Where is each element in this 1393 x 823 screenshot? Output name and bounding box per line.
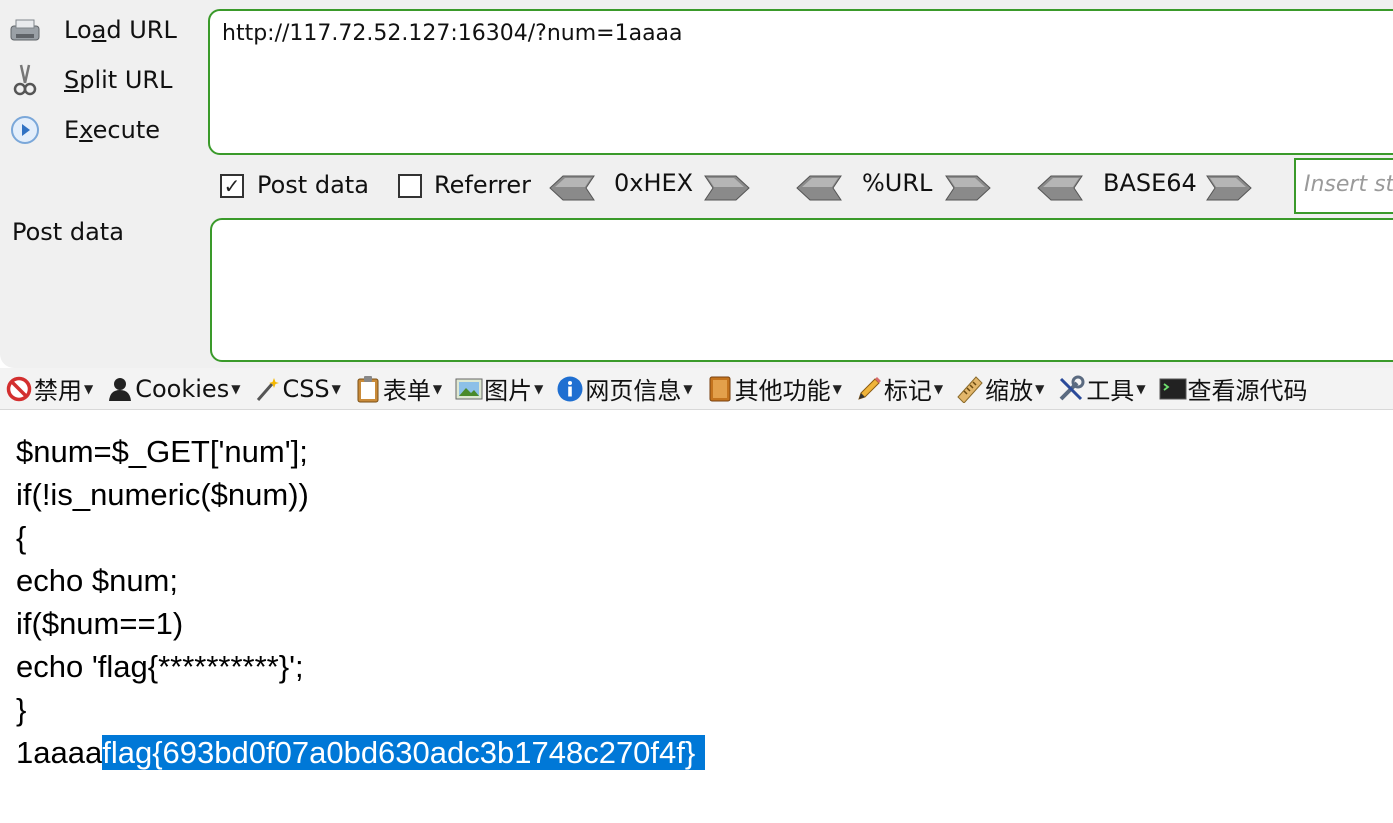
split-url-button[interactable]: Split URL	[8, 62, 198, 98]
hex-decode-arrow-icon[interactable]	[549, 175, 595, 201]
toolbar-images-label: 图片	[484, 377, 533, 405]
toolbar-resize-label: 缩放	[985, 377, 1034, 405]
toolbar-images-menu[interactable]: 图片 ▼	[450, 370, 543, 408]
image-icon	[454, 374, 484, 404]
code-line: if($num==1)	[16, 606, 184, 641]
ruler-icon	[955, 374, 985, 404]
form-clipboard-icon	[353, 374, 383, 404]
output-prefix: 1aaaa	[16, 735, 103, 770]
play-icon	[8, 113, 42, 147]
insert-string-input[interactable]: Insert st	[1294, 158, 1393, 214]
toolbar-outline-label: 标记	[883, 377, 932, 405]
toolbar-misc-label: 其他功能	[734, 377, 831, 405]
base64-encode-arrow-icon[interactable]	[1206, 175, 1252, 201]
toolbar-disable-menu[interactable]: 禁用 ▼	[0, 370, 93, 408]
post-data-label: Post data	[12, 218, 124, 246]
toolbar-page-info-menu[interactable]: 网页信息 ▼	[551, 370, 693, 408]
execute-button[interactable]: Execute	[8, 112, 198, 148]
code-line: if(!is_numeric($num))	[16, 477, 309, 512]
load-url-label: Load URL	[64, 16, 177, 44]
code-line: {	[16, 520, 27, 555]
toolbar-view-source-label: 查看源代码	[1187, 377, 1308, 405]
toolbar-cookies-menu[interactable]: Cookies ▼	[101, 370, 240, 408]
toolbar-css-menu[interactable]: CSS ▼	[248, 370, 341, 408]
toolbar-resize-menu[interactable]: 缩放 ▼	[951, 370, 1044, 408]
book-icon	[705, 374, 735, 404]
toolbar-tools-menu[interactable]: 工具 ▼	[1052, 370, 1146, 408]
toolbar-forms-label: 表单	[382, 377, 431, 405]
toolbar-forms-menu[interactable]: 表单 ▼	[349, 370, 442, 408]
scissors-icon	[8, 63, 42, 97]
page-content: $num=$_GET['num']; if(!is_numeric($num))…	[16, 430, 706, 774]
cookies-icon	[105, 374, 135, 404]
toolbar-outline-menu[interactable]: 标记 ▼	[850, 370, 943, 408]
hex-encode-arrow-icon[interactable]	[704, 175, 750, 201]
post-data-textarea[interactable]	[210, 218, 1393, 362]
code-line: }	[16, 692, 27, 727]
url-encoding-label: %URL	[862, 169, 933, 197]
url-decode-arrow-icon[interactable]	[796, 175, 842, 201]
hex-label: 0xHEX	[614, 169, 694, 197]
base64-label: BASE64	[1103, 169, 1197, 197]
chevron-down-icon: ▼	[534, 381, 544, 396]
options-row: ✓ Post data Referrer 0xHEX %URL BASE64	[216, 165, 1393, 209]
info-icon	[555, 374, 585, 404]
toolbar-css-label: CSS	[282, 374, 330, 403]
chevron-down-icon: ▼	[331, 381, 341, 396]
url-textarea[interactable]: http://117.72.52.127:16304/?num=1aaaa	[208, 9, 1393, 155]
chevron-down-icon: ▼	[231, 381, 241, 396]
toolbar-view-source-menu[interactable]: 查看源代码	[1154, 370, 1308, 408]
css-wand-icon	[252, 374, 282, 404]
post-data-checkbox[interactable]: ✓	[220, 174, 244, 198]
toolbar-tools-label: 工具	[1086, 377, 1135, 405]
split-url-label: Split URL	[64, 66, 173, 94]
base64-decode-arrow-icon[interactable]	[1037, 175, 1083, 201]
chevron-down-icon: ▼	[832, 381, 842, 396]
tools-icon	[1056, 374, 1086, 404]
referrer-option-label: Referrer	[434, 171, 531, 199]
terminal-icon	[1158, 374, 1188, 404]
pencil-icon	[854, 374, 884, 404]
referrer-checkbox[interactable]	[398, 174, 422, 198]
code-line: $num=$_GET['num'];	[16, 434, 308, 469]
chevron-down-icon: ▼	[1136, 381, 1146, 396]
disable-icon	[4, 374, 34, 404]
execute-label: Execute	[64, 116, 160, 144]
code-line: echo $num;	[16, 563, 178, 598]
post-data-option-label: Post data	[257, 171, 369, 199]
web-developer-toolbar: 禁用 ▼ Cookies ▼ CSS ▼ 表单 ▼ 图片 ▼ 网页信息 ▼ 其他…	[0, 368, 1393, 410]
chevron-down-icon: ▼	[683, 381, 693, 396]
url-encode-arrow-icon[interactable]	[945, 175, 991, 201]
chevron-down-icon: ▼	[84, 381, 94, 396]
toolbar-misc-menu[interactable]: 其他功能 ▼	[701, 370, 842, 408]
chevron-down-icon: ▼	[1035, 381, 1045, 396]
output-line: 1aaaaflag{693bd0f07a0bd630adc3b1748c270f…	[16, 731, 706, 774]
hackbar-panel: Load URL Split URL Execute http://117.72…	[0, 0, 1393, 368]
toolbar-cookies-label: Cookies	[135, 374, 230, 403]
chevron-down-icon: ▼	[933, 381, 944, 396]
toolbar-disable-label: 禁用	[34, 377, 82, 405]
toolbar-page-info-label: 网页信息	[585, 377, 682, 405]
selected-flag-text[interactable]: flag{693bd0f07a0bd630adc3b1748c270f4f}	[102, 735, 706, 770]
chevron-down-icon: ▼	[432, 381, 443, 396]
code-line: echo 'flag{**********}';	[16, 649, 304, 684]
load-url-icon	[8, 13, 42, 47]
load-url-button[interactable]: Load URL	[8, 12, 198, 48]
